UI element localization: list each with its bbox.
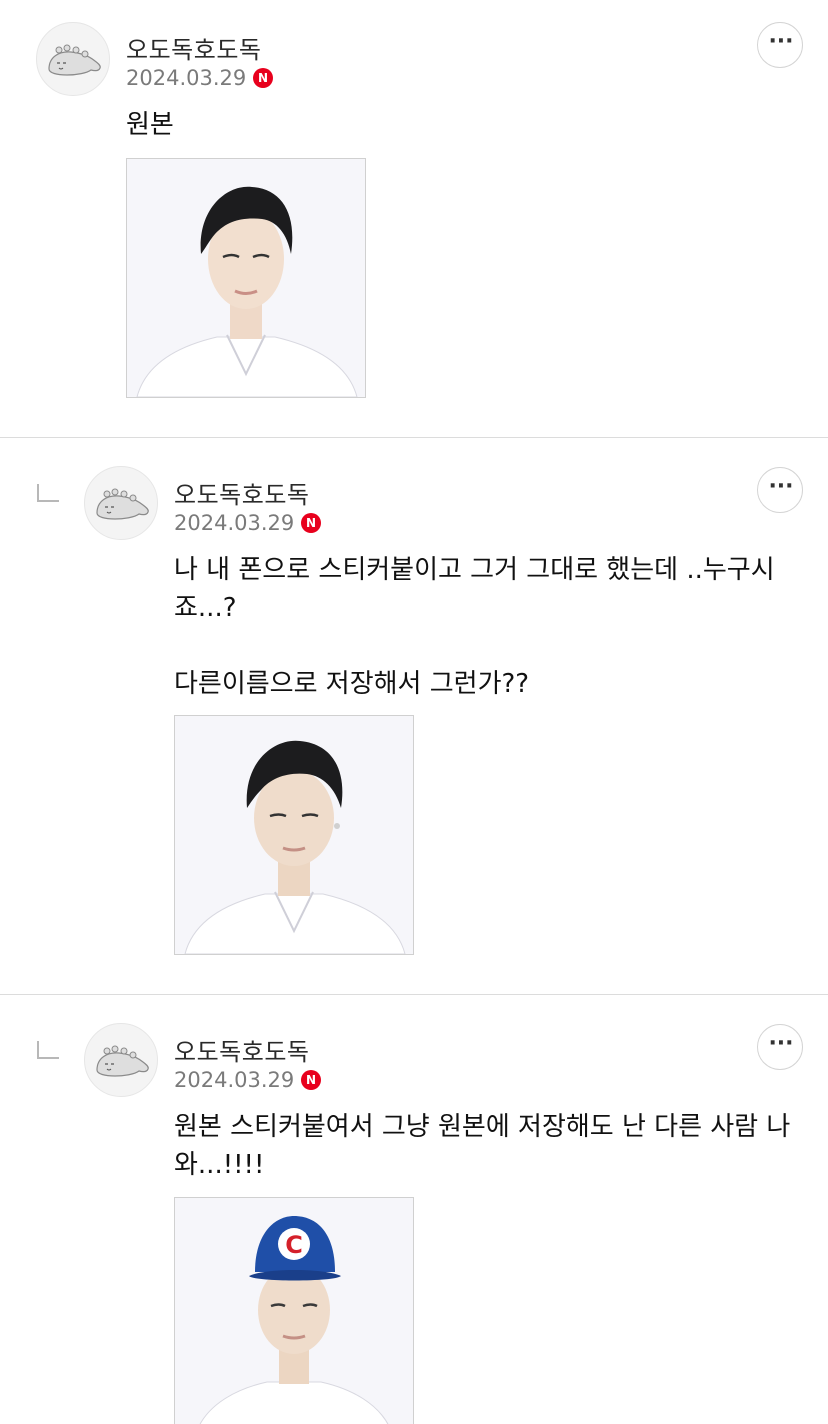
- comment-text-line: 다른이름으로 저장해서 그런가??: [174, 669, 530, 699]
- comment-text-line: 원본: [126, 110, 174, 140]
- dinosaur-avatar-icon[interactable]: [84, 466, 158, 540]
- comment-text-line: 와...!!!!: [174, 1150, 265, 1180]
- comment-text: 원본 스티커붙여서 그냥 원본에 저장해도 난 다른 사람 나 와...!!!!: [174, 1108, 790, 1184]
- more-options-button[interactable]: ···: [757, 1024, 803, 1070]
- attached-photo[interactable]: C: [174, 1197, 414, 1424]
- reply-indicator-icon: [37, 1041, 59, 1059]
- dinosaur-avatar-icon[interactable]: [36, 22, 110, 96]
- comment-divider: [0, 994, 828, 995]
- naver-n-badge-icon: N: [301, 513, 321, 533]
- more-options-icon: ···: [768, 474, 794, 499]
- comment-text: 원본: [126, 106, 174, 144]
- comment-text-line: 나 내 폰으로 스티커붙이고 그거 그대로 했는데 ..누구시: [174, 555, 775, 585]
- author-name[interactable]: 오도독호도독: [126, 30, 261, 65]
- comment-text-blank-line: [174, 627, 775, 665]
- reply-indicator-icon: [37, 484, 59, 502]
- more-options-icon: ···: [768, 29, 794, 54]
- naver-n-badge-icon: N: [253, 68, 273, 88]
- dinosaur-avatar-icon[interactable]: [84, 1023, 158, 1097]
- author-name[interactable]: 오도독호도독: [174, 475, 309, 510]
- svg-text:C: C: [285, 1231, 303, 1259]
- author-name[interactable]: 오도독호도독: [174, 1032, 309, 1067]
- more-options-button[interactable]: ···: [757, 22, 803, 68]
- comment-divider: [0, 437, 828, 438]
- attached-photo[interactable]: [174, 715, 414, 955]
- comment-text: 나 내 폰으로 스티커붙이고 그거 그대로 했는데 ..누구시 죠...? 다른…: [174, 551, 775, 703]
- more-options-icon: ···: [768, 1031, 794, 1056]
- comment-date: 2024.03.29: [126, 66, 247, 90]
- comment-date: 2024.03.29: [174, 511, 295, 535]
- comment-text-line: 원본 스티커붙여서 그냥 원본에 저장해도 난 다른 사람 나: [174, 1112, 791, 1142]
- comment-text-line: 죠...?: [174, 593, 237, 623]
- naver-n-badge-icon: N: [301, 1070, 321, 1090]
- comment-date: 2024.03.29: [174, 1068, 295, 1092]
- comment-feed: 오도독호도독 2024.03.29 N ··· 원본 오도독호도독 2024.0…: [0, 0, 828, 1424]
- more-options-button[interactable]: ···: [757, 467, 803, 513]
- attached-photo[interactable]: [126, 158, 366, 398]
